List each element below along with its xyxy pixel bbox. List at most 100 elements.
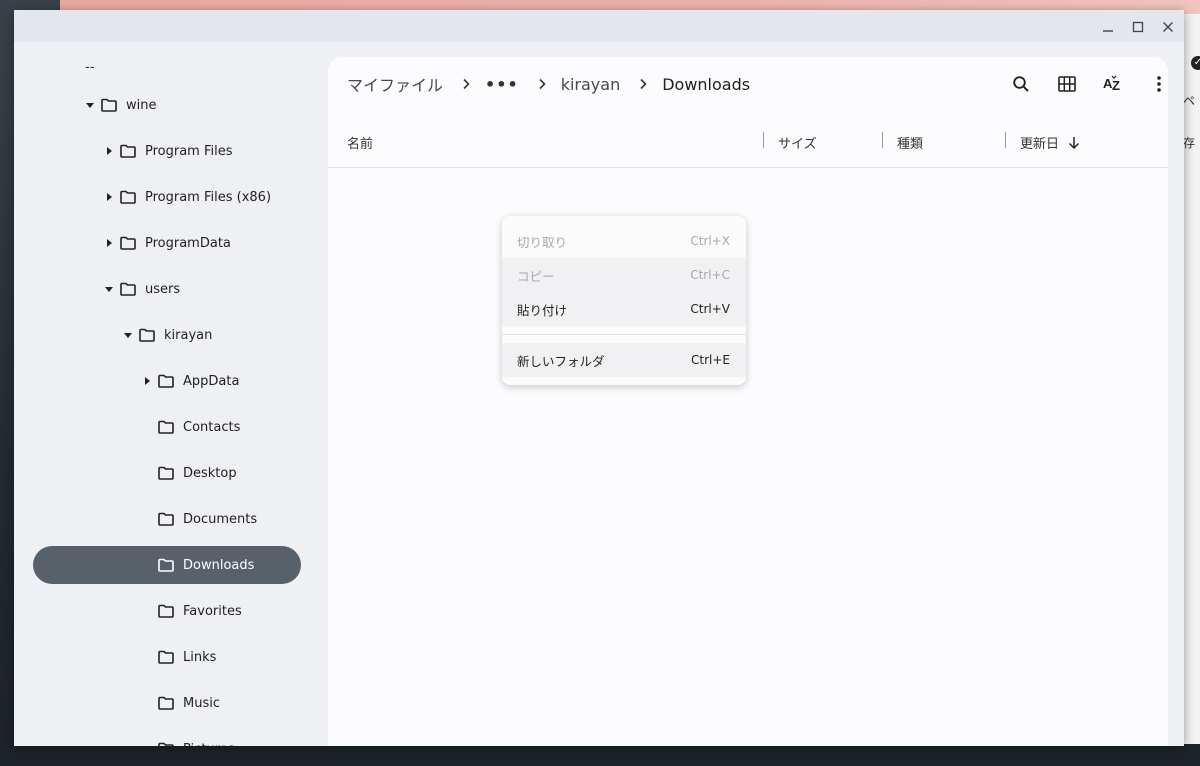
sidebar-item-label: Program Files (x86) [145,189,272,205]
sidebar-item-label: AppData [183,373,240,389]
background-badge-icon: ✓ [1191,56,1200,70]
sidebar-item-label: Downloads [183,557,255,573]
folder-icon [158,650,174,664]
title-bar [14,10,1184,42]
breadcrumb-my-files[interactable]: マイファイル [347,72,443,96]
caret-right-icon[interactable] [104,146,114,156]
sidebar-item-label: Documents [183,511,258,527]
tree-root-placeholder: -- [85,60,95,75]
folder-icon [120,190,136,204]
caret-down-icon[interactable] [85,100,95,110]
breadcrumb-more[interactable]: ••• [485,75,519,94]
caret-down-icon[interactable] [104,284,114,294]
menu-item-shortcut: Ctrl+V [690,302,730,316]
sidebar-item-label: Music [183,695,220,711]
menu-item-new-folder[interactable]: 新しいフォルダ Ctrl+E [502,343,746,377]
menu-item-shortcut: Ctrl+C [690,268,730,282]
breadcrumb-current[interactable]: Downloads [662,75,750,94]
sidebar-item-links[interactable]: Links [142,638,216,676]
sidebar-item-label: Pictures [183,742,234,747]
background-text: 存 [1183,136,1196,150]
menu-item-paste[interactable]: 貼り付け Ctrl+V [502,292,746,326]
column-header-modified[interactable]: 更新日 [1020,132,1080,152]
column-header-type[interactable]: 種類 [897,132,923,152]
menu-separator [502,334,746,335]
caret-right-icon[interactable] [104,192,114,202]
folder-icon [158,374,174,388]
menu-item-label: 新しいフォルダ [517,353,605,369]
sidebar-item-label: Links [183,649,217,665]
sidebar-item-users[interactable]: users [104,270,180,308]
sidebar-item-favorites[interactable]: Favorites [142,592,242,630]
menu-item-shortcut: Ctrl+X [690,234,730,248]
folder-icon [120,144,136,158]
folder-icon [158,742,174,746]
folder-icon [139,328,155,342]
sidebar-item-kirayan[interactable]: kirayan [123,316,212,354]
sidebar-item-label: kirayan [164,327,213,343]
column-header-name[interactable]: 名前 [347,132,373,152]
folder-icon [158,466,174,480]
column-divider[interactable] [763,132,764,148]
sidebar-item-label: Desktop [183,465,237,481]
maximize-icon[interactable] [1127,16,1149,38]
arrow-down-icon [1068,136,1080,149]
chevron-right-icon [537,78,547,90]
column-divider[interactable] [882,132,883,148]
menu-item-cut[interactable]: 切り取り Ctrl+X [502,224,746,258]
column-divider[interactable] [1005,132,1006,148]
folder-icon [120,282,136,296]
context-menu: 切り取り Ctrl+X コピー Ctrl+C 貼り付け Ctrl+V 新しいフォ… [502,216,746,385]
grid-view-icon[interactable] [1053,70,1081,98]
breadcrumb-kirayan[interactable]: kirayan [561,75,621,94]
column-header-size[interactable]: サイズ [778,132,817,152]
folder-icon [101,98,117,112]
sidebar-item-label: users [145,281,181,297]
minimize-icon[interactable] [1097,16,1119,38]
more-vert-icon[interactable] [1145,70,1173,98]
folder-icon [158,512,174,526]
sidebar-item-appdata[interactable]: AppData [142,362,239,400]
search-icon[interactable] [1007,70,1035,98]
sidebar-item-wine[interactable]: wine [85,86,156,124]
header-divider [328,167,1168,168]
sidebar-item-documents[interactable]: Documents [142,500,257,538]
menu-item-label: 切り取り [517,234,568,250]
sidebar-item-pictures[interactable]: Pictures [142,730,234,746]
folder-icon [120,236,136,250]
sidebar-item-label: ProgramData [145,235,231,251]
background-text: ペ [1183,94,1196,108]
sidebar-item-music[interactable]: Music [142,684,220,722]
sidebar-item-label: Favorites [183,603,242,619]
sort-az-icon[interactable]: AZ [1099,70,1127,98]
sidebar-item-label: wine [126,97,157,113]
menu-item-label: コピー [517,268,555,284]
caret-right-icon[interactable] [104,238,114,248]
folder-icon [158,696,174,710]
caret-right-icon[interactable] [142,376,152,386]
sidebar-item-label: Contacts [183,419,241,435]
menu-item-label: 貼り付け [517,302,568,318]
breadcrumb: マイファイル ••• kirayan Downloads [347,72,750,96]
sidebar-item-program-files-x86[interactable]: Program Files (x86) [104,178,271,216]
sidebar-item-downloads[interactable]: Downloads [33,546,301,584]
folder-icon [158,604,174,618]
folder-icon [158,558,174,572]
chevron-right-icon [461,78,471,90]
caret-down-icon[interactable] [123,330,133,340]
menu-item-shortcut: Ctrl+E [691,353,730,367]
background-window-edge [1184,14,1200,744]
sidebar-item-label: Program Files [145,143,233,159]
chevron-right-icon [638,78,648,90]
svg-text:Z: Z [1112,78,1120,93]
folder-icon [158,420,174,434]
sidebar-item-contacts[interactable]: Contacts [142,408,240,446]
folder-tree-sidebar: -- wine Program Files Program Files (x86) P… [14,42,328,746]
file-list-panel[interactable]: マイファイル ••• kirayan Downloads AZ 名前 サイズ 種… [328,57,1168,746]
sidebar-item-desktop[interactable]: Desktop [142,454,237,492]
close-icon[interactable] [1157,16,1179,38]
column-header-modified-label: 更新日 [1020,136,1060,152]
menu-item-copy[interactable]: コピー Ctrl+C [502,258,746,292]
sidebar-item-program-files[interactable]: Program Files [104,132,233,170]
sidebar-item-programdata[interactable]: ProgramData [104,224,231,262]
